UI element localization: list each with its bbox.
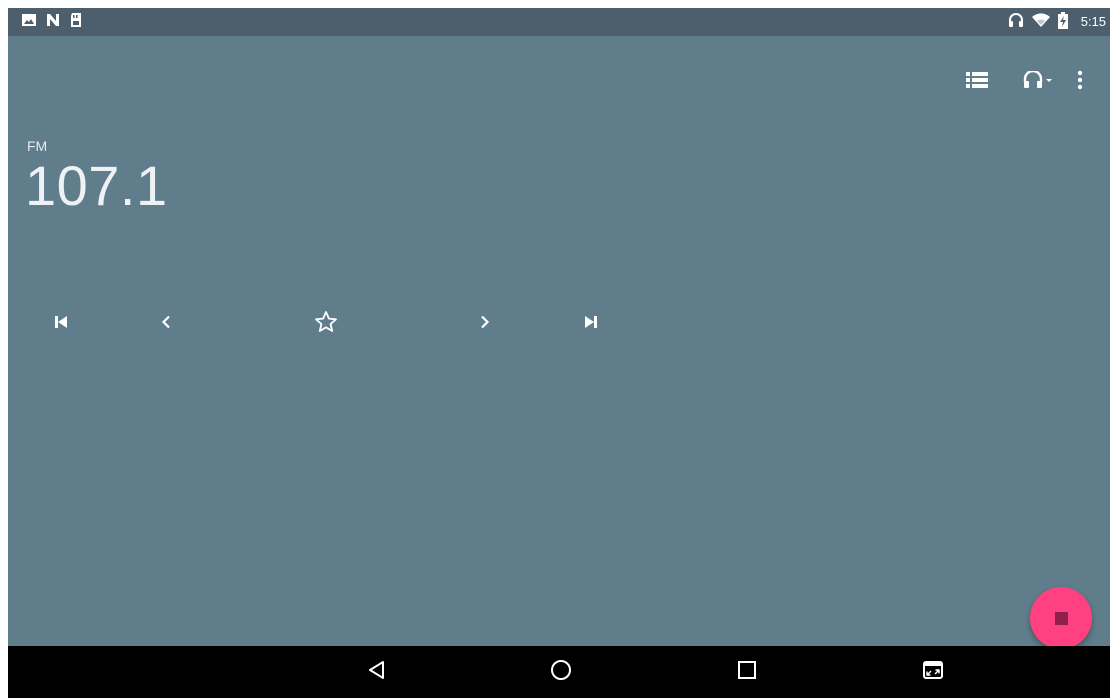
wifi-icon	[1031, 12, 1051, 33]
clock: 5:15	[1080, 14, 1106, 29]
audio-output-button[interactable]	[1016, 62, 1060, 102]
back-icon	[367, 660, 387, 685]
picture-in-picture-icon	[923, 660, 943, 684]
sd-card-icon	[69, 12, 83, 33]
status-bar: 5:15	[8, 8, 1110, 36]
battery-charging-icon	[1058, 12, 1068, 34]
station-list-button[interactable]	[957, 62, 997, 102]
seek-forward-button[interactable]	[461, 300, 509, 348]
skip-next-icon	[583, 314, 599, 335]
headset-icon	[1008, 12, 1024, 33]
skip-previous-icon	[53, 314, 69, 335]
stop-button[interactable]	[1030, 587, 1092, 649]
stop-icon	[1054, 611, 1068, 625]
seek-back-button[interactable]	[142, 300, 190, 348]
band-label: FM	[27, 138, 48, 154]
seek-back-icon	[161, 315, 171, 334]
home-button[interactable]	[531, 646, 591, 698]
navigation-bar	[8, 646, 1110, 698]
overflow-menu-icon	[1077, 70, 1083, 95]
seek-forward-icon	[480, 315, 490, 334]
headset-output-icon	[1023, 69, 1053, 94]
overflow-menu-button[interactable]	[1060, 62, 1100, 102]
favorite-star-icon	[314, 310, 338, 339]
device-screen: 5:15 FM 107.1	[8, 8, 1110, 698]
back-button[interactable]	[347, 646, 407, 698]
recents-icon	[738, 660, 756, 684]
station-list-icon	[966, 71, 988, 94]
image-icon	[21, 12, 37, 33]
skip-previous-button[interactable]	[37, 300, 85, 348]
fm-radio-app: FM 107.1	[8, 36, 1110, 649]
recents-button[interactable]	[717, 646, 777, 698]
skip-next-button[interactable]	[567, 300, 615, 348]
frequency-display: 107.1	[25, 154, 168, 217]
home-icon	[550, 659, 572, 686]
n-notification-icon	[45, 12, 61, 33]
favorite-button[interactable]	[302, 300, 350, 348]
picture-in-picture-button[interactable]	[903, 646, 963, 698]
